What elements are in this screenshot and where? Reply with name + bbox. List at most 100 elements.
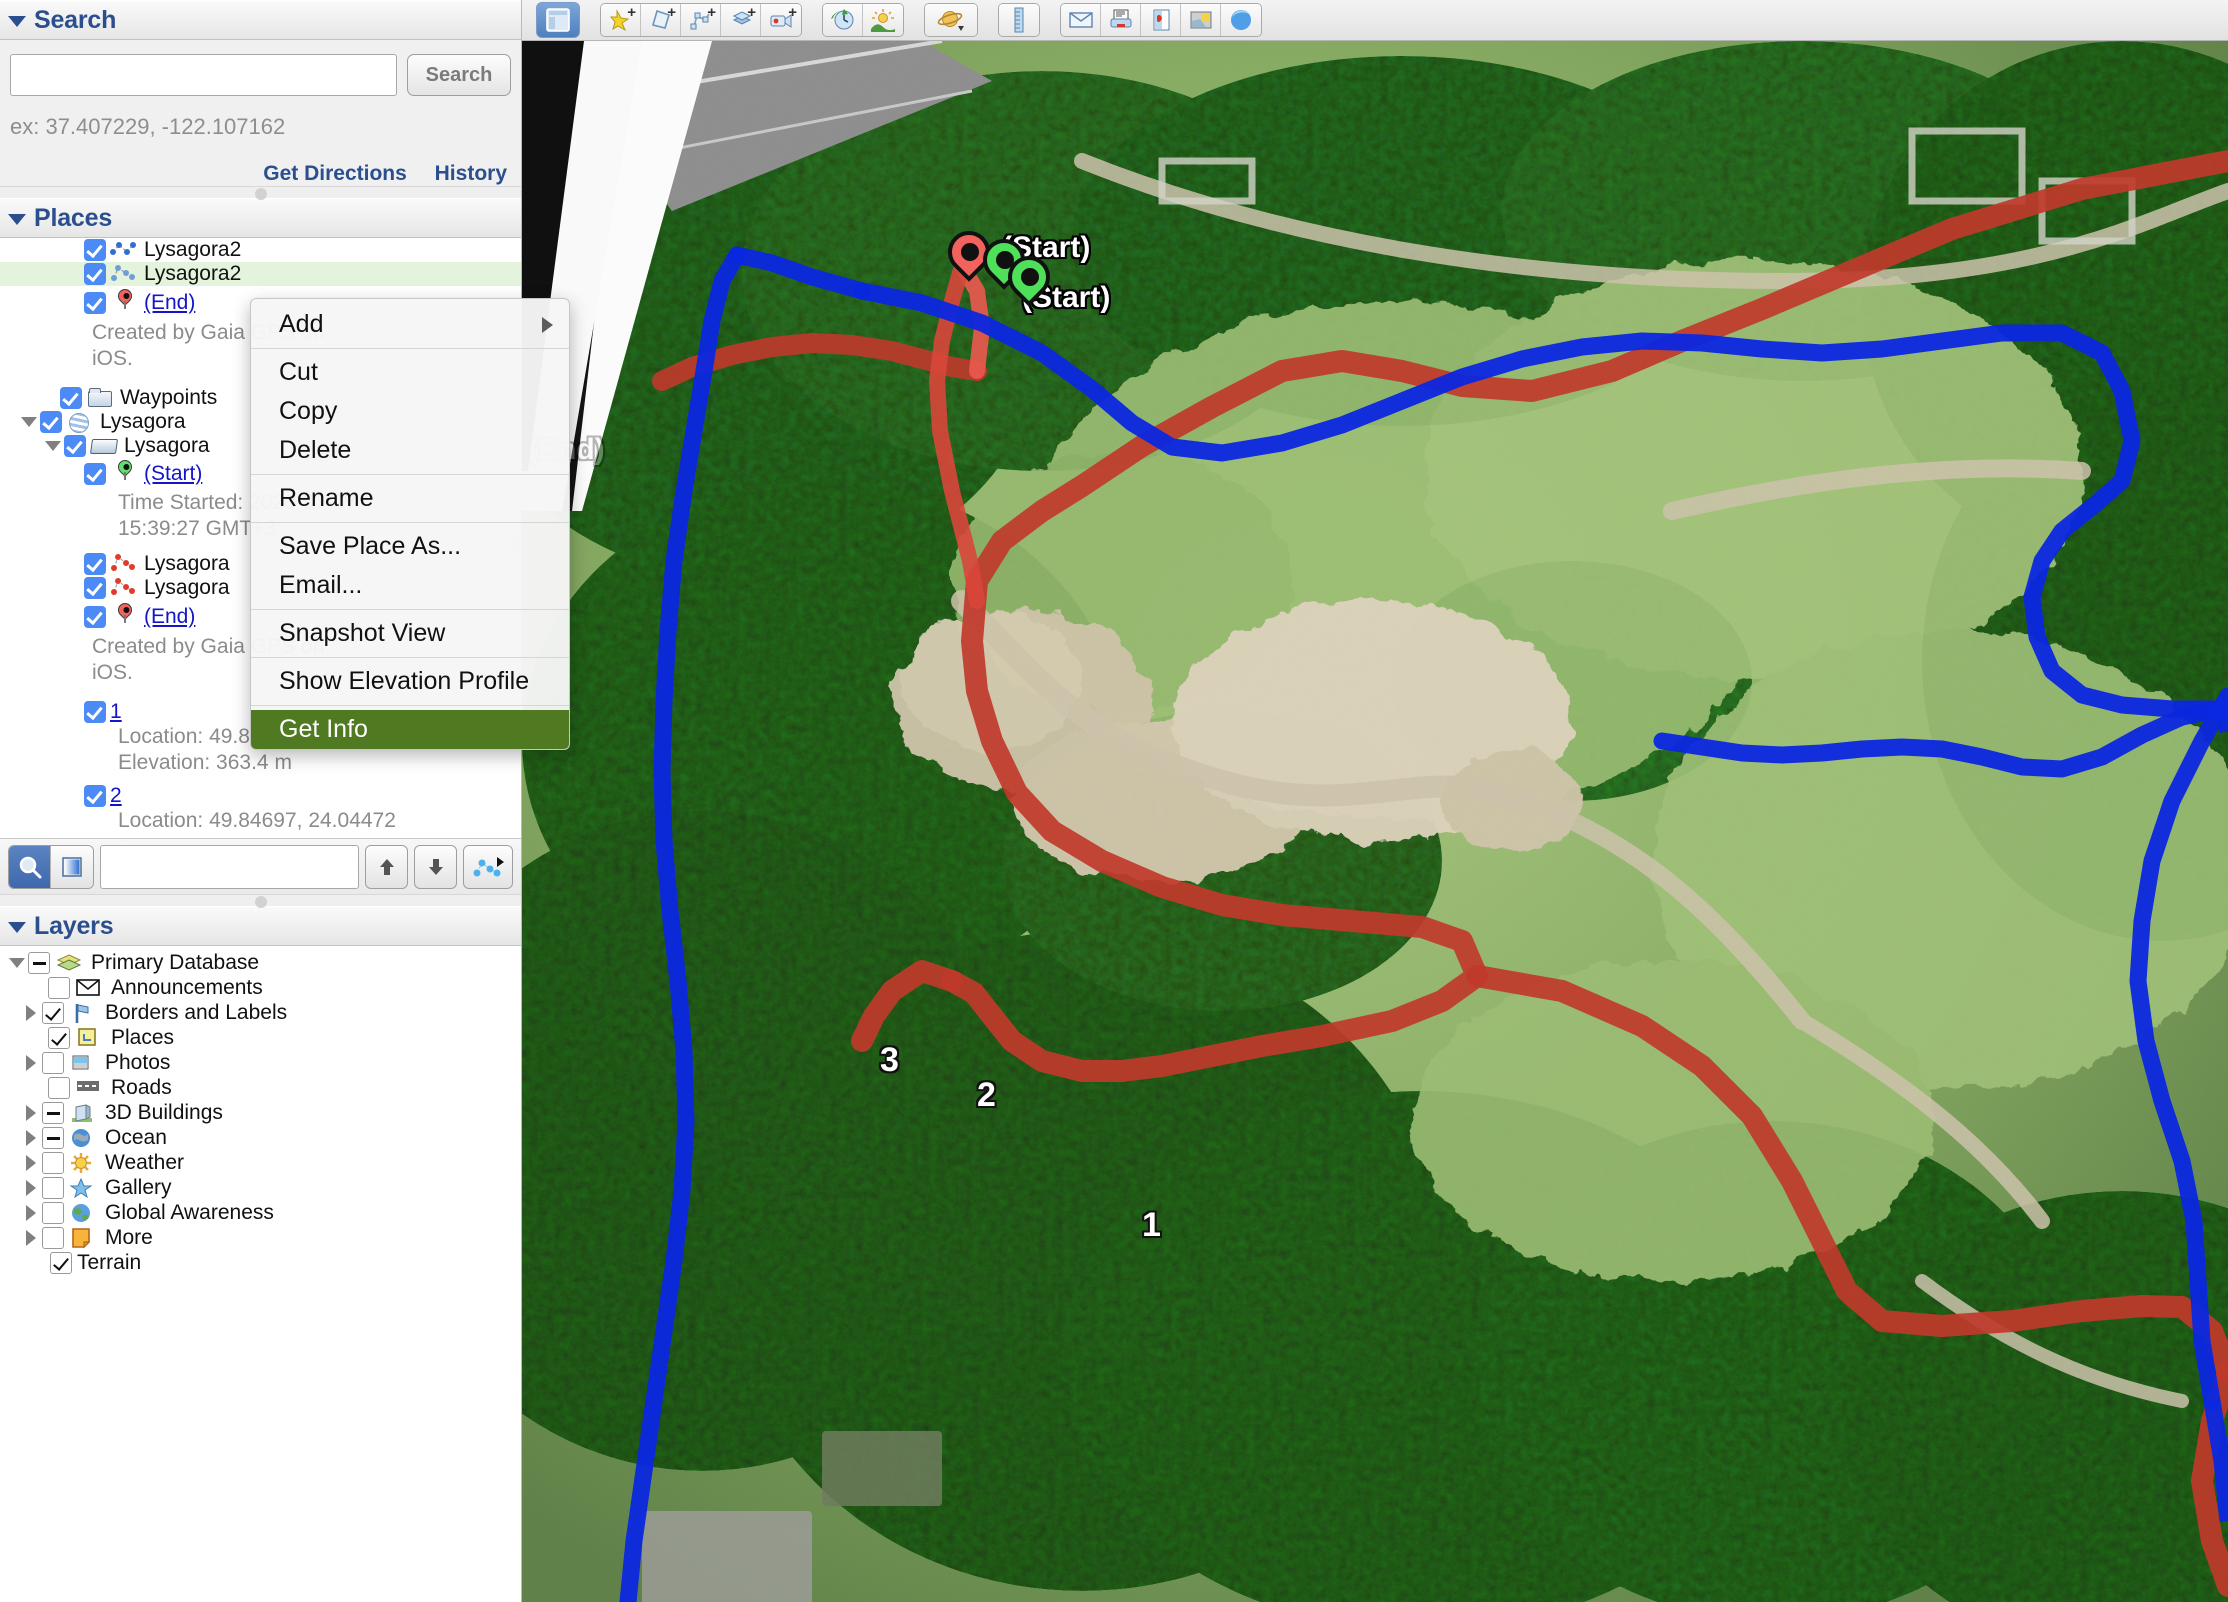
checkbox[interactable] — [42, 1101, 64, 1124]
context-menu[interactable]: Add Cut Copy Delete Rename Save Place As… — [250, 298, 570, 750]
arrow-up-icon[interactable] — [365, 844, 409, 889]
disclosure-triangle[interactable] — [20, 1179, 42, 1196]
checkbox[interactable] — [60, 387, 82, 409]
layer-item-gallery[interactable]: Gallery — [0, 1175, 521, 1200]
planet-switch-button[interactable] — [925, 4, 977, 36]
disclosure-triangle[interactable] — [20, 1004, 42, 1021]
sidebar-panel-icon[interactable] — [536, 2, 580, 38]
checkbox[interactable] — [42, 1201, 64, 1224]
ruler-button[interactable] — [999, 4, 1039, 36]
layer-item-borders-and-labels[interactable]: Borders and Labels — [0, 1000, 521, 1025]
menu-item-add[interactable]: Add — [251, 305, 569, 344]
checkbox[interactable] — [48, 1076, 70, 1099]
print-button[interactable] — [1101, 4, 1141, 36]
menu-item-cut[interactable]: Cut — [251, 353, 569, 392]
disclosure-triangle[interactable] — [20, 1154, 42, 1171]
menu-item-delete[interactable]: Delete — [251, 431, 569, 470]
list-item[interactable]: Lysagora2 — [0, 238, 521, 262]
checkbox[interactable] — [42, 1176, 64, 1199]
layers-tree[interactable]: Primary Database Announcements Borders a… — [0, 946, 521, 1602]
magnifier-icon[interactable] — [9, 845, 52, 888]
menu-item-snapshot-view[interactable]: Snapshot View — [251, 614, 569, 653]
disclosure-triangle[interactable] — [18, 417, 40, 427]
places-panel-header[interactable]: Places — [0, 198, 521, 238]
arrow-down-icon[interactable] — [414, 844, 457, 889]
historical-imagery-button[interactable] — [823, 4, 863, 36]
places-layers-splitter[interactable] — [0, 894, 521, 906]
checkbox[interactable] — [84, 701, 106, 723]
checkbox[interactable] — [42, 1051, 64, 1074]
search-input[interactable] — [10, 54, 397, 96]
checkbox[interactable] — [48, 976, 70, 999]
layer-item-weather[interactable]: Weather — [0, 1150, 521, 1175]
add-path-button[interactable]: + — [681, 4, 721, 36]
sunlight-button[interactable] — [863, 4, 903, 36]
disclosure-triangle[interactable] — [20, 1129, 42, 1146]
checkbox[interactable] — [84, 239, 106, 261]
checkbox[interactable] — [84, 463, 106, 485]
checkbox[interactable] — [50, 1251, 72, 1274]
layer-item-terrain[interactable]: Terrain — [0, 1250, 521, 1275]
layer-item-global-awareness[interactable]: Global Awareness — [0, 1200, 521, 1225]
gradient-icon[interactable] — [51, 845, 94, 888]
list-item[interactable]: 2 — [0, 784, 521, 808]
checkbox[interactable] — [84, 577, 106, 599]
waypoint-2-link[interactable]: 2 — [110, 784, 122, 808]
history-link[interactable]: History — [435, 162, 507, 185]
checkbox[interactable] — [84, 263, 106, 285]
checkbox[interactable] — [40, 411, 62, 433]
add-overlay-button[interactable]: + — [721, 4, 761, 36]
checkbox[interactable] — [42, 1151, 64, 1174]
menu-item-save-place-as[interactable]: Save Place As... — [251, 527, 569, 566]
layer-item-announcements[interactable]: Announcements — [0, 975, 521, 1000]
layer-item-roads[interactable]: Roads — [0, 1075, 521, 1100]
disclosure-triangle[interactable] — [20, 1204, 42, 1221]
menu-item-show-elevation-profile[interactable]: Show Elevation Profile — [251, 662, 569, 701]
layer-item-more[interactable]: More — [0, 1225, 521, 1250]
checkbox[interactable] — [84, 606, 106, 628]
search-panel-header[interactable]: Search — [0, 0, 521, 40]
map-viewport[interactable]: (Start) (Start) (End) 3 2 1 — [522, 41, 2228, 1602]
end-placemark-link-2[interactable]: (End) — [144, 605, 195, 629]
search-places-splitter[interactable] — [0, 186, 521, 198]
checkbox[interactable] — [84, 553, 106, 575]
view-in-maps-button[interactable] — [1181, 4, 1221, 36]
list-item[interactable]: Lysagora2 — [0, 262, 521, 286]
record-tour-button[interactable]: + — [761, 4, 801, 36]
checkbox[interactable] — [48, 1026, 70, 1049]
disclosure-triangle[interactable] — [20, 1229, 42, 1246]
email-button[interactable] — [1061, 4, 1101, 36]
save-image-button[interactable] — [1141, 4, 1181, 36]
disclosure-triangle[interactable] — [20, 1104, 42, 1121]
earth-globe-button[interactable] — [1221, 4, 1261, 36]
track-play-icon[interactable] — [462, 844, 514, 889]
checkbox[interactable] — [42, 1226, 64, 1249]
disclosure-triangle[interactable] — [42, 441, 64, 451]
add-polygon-button[interactable]: + — [641, 4, 681, 36]
start-placemark-link[interactable]: (Start) — [144, 462, 202, 486]
disclosure-triangle[interactable] — [20, 1054, 42, 1071]
places-filter-input[interactable] — [100, 844, 360, 889]
checkbox[interactable] — [42, 1126, 64, 1149]
checkbox[interactable] — [84, 292, 106, 314]
checkbox[interactable] — [28, 951, 50, 974]
disclosure-triangle[interactable] — [6, 957, 28, 968]
menu-item-copy[interactable]: Copy — [251, 392, 569, 431]
layer-item-places[interactable]: Places — [0, 1025, 521, 1050]
layer-item-photos[interactable]: Photos — [0, 1050, 521, 1075]
menu-item-email[interactable]: Email... — [251, 566, 569, 605]
map-pin-start-green-2[interactable] — [999, 247, 1059, 318]
get-directions-link[interactable]: Get Directions — [263, 162, 407, 185]
checkbox[interactable] — [64, 435, 86, 457]
layer-item-primary-database[interactable]: Primary Database — [0, 950, 521, 975]
add-placemark-button[interactable]: + — [601, 4, 641, 36]
search-button[interactable]: Search — [407, 54, 511, 96]
menu-item-rename[interactable]: Rename — [251, 479, 569, 518]
layer-item-3d-buildings[interactable]: 3D Buildings — [0, 1100, 521, 1125]
checkbox[interactable] — [84, 785, 106, 807]
end-placemark-link[interactable]: (End) — [144, 291, 195, 315]
layer-item-ocean[interactable]: Ocean — [0, 1125, 521, 1150]
checkbox[interactable] — [42, 1001, 64, 1024]
waypoint-1-link[interactable]: 1 — [110, 700, 122, 724]
menu-item-get-info[interactable]: Get Info — [251, 710, 569, 749]
